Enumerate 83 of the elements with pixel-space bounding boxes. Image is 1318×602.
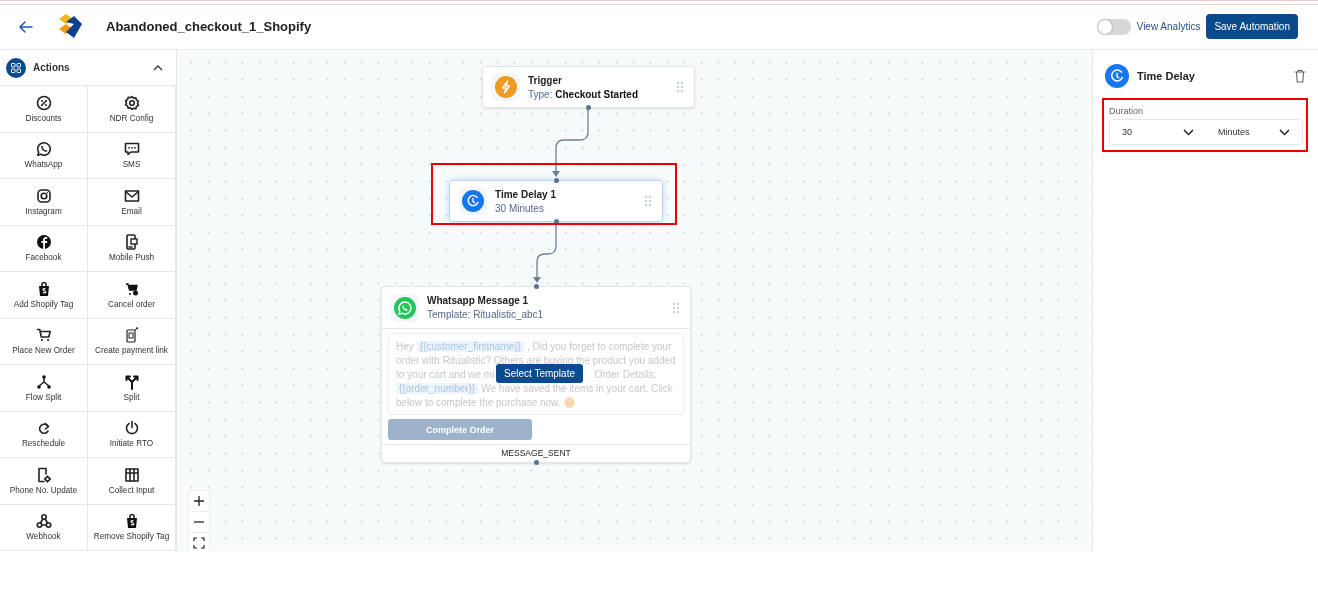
- clock-icon: [1105, 64, 1129, 88]
- split-arrow-icon: [123, 373, 140, 390]
- power-icon: [123, 420, 140, 437]
- automation-title: Abandoned_checkout_1_Shopify: [106, 19, 312, 34]
- node-subtitle: Type: Checkout Started: [528, 88, 640, 100]
- action-tile[interactable]: Mobile Push: [88, 225, 176, 272]
- action-tile[interactable]: Reschedule: [0, 411, 88, 458]
- action-tile[interactable]: Cancel order: [88, 272, 176, 319]
- unit-dropdown[interactable]: Minutes: [1206, 127, 1302, 137]
- settings-icon: [123, 94, 140, 111]
- action-tile[interactable]: Add Shopify Tag: [0, 272, 88, 319]
- save-button[interactable]: Save Automation: [1206, 14, 1298, 39]
- flow-node[interactable]: Time Delay 1 30 Minutes: [449, 180, 663, 222]
- field-label: Duration: [1109, 106, 1145, 116]
- chevron-down-icon: [1183, 128, 1194, 136]
- variable-tag: {{order_number}}: [396, 382, 479, 394]
- action-tile[interactable]: Email: [88, 179, 176, 226]
- cart-icon: [123, 280, 140, 297]
- connection-handle[interactable]: [553, 178, 559, 183]
- phone-settings-icon: [35, 466, 52, 483]
- connection-handle[interactable]: [533, 460, 539, 465]
- cart-icon: [35, 327, 52, 344]
- message-text: Hey: [396, 340, 414, 352]
- variable-tag: {{customer_firstname}}: [416, 340, 524, 352]
- message-text: Order Details:: [594, 368, 657, 380]
- flow-node[interactable]: Trigger Type: Checkout Started: [482, 66, 695, 108]
- drag-handle-icon[interactable]: [672, 301, 680, 314]
- flow-node[interactable]: [381, 286, 691, 463]
- connection-handle[interactable]: [586, 105, 591, 110]
- chevron-down-icon: [1279, 128, 1290, 136]
- action-tile[interactable]: Remove Shopify Tag: [88, 504, 176, 551]
- output-label: MESSAGE_SENT: [382, 444, 690, 462]
- action-tile[interactable]: NDR Config: [88, 86, 176, 133]
- action-tile[interactable]: SMS: [88, 132, 176, 179]
- action-tile[interactable]: Discounts: [0, 86, 88, 133]
- chat-bubble-icon: [35, 141, 52, 158]
- action-tile[interactable]: Initiate RTO: [88, 411, 176, 458]
- action-tile[interactable]: Flow Split: [0, 365, 88, 412]
- node-subtitle: Template: Ritualistic_abc1: [427, 309, 545, 320]
- zoom-in-icon[interactable]: [193, 495, 205, 507]
- drag-handle-icon[interactable]: [644, 195, 652, 207]
- connector-arrow: [552, 107, 589, 177]
- complete-order-button: Complete Order: [388, 419, 532, 440]
- toggle-switch[interactable]: [1096, 18, 1131, 35]
- node-title: Time Delay 1: [495, 188, 557, 200]
- action-tile[interactable]: Facebook: [0, 225, 88, 272]
- fit-view-icon[interactable]: [193, 537, 205, 549]
- columns-icon: [123, 466, 140, 483]
- grid-icon: [6, 57, 26, 78]
- back-icon[interactable]: [18, 18, 34, 35]
- lightning-icon: [495, 76, 517, 98]
- action-tile[interactable]: Create payment link: [88, 318, 176, 365]
- action-tile[interactable]: Split: [88, 365, 176, 412]
- panel-title: Time Delay: [1137, 70, 1196, 82]
- chat-bubble-icon: [394, 296, 416, 319]
- view-analytics-label[interactable]: View Analytics: [1136, 21, 1201, 32]
- webhook-icon: [35, 513, 52, 530]
- phone-icon: [123, 327, 140, 344]
- connection-handle[interactable]: [533, 284, 539, 289]
- round-f-icon: [35, 234, 52, 251]
- node-title: Trigger: [528, 74, 563, 86]
- action-tile[interactable]: Webhook: [0, 504, 88, 551]
- connection-handle[interactable]: [553, 219, 559, 224]
- phone-icon: [123, 234, 140, 251]
- node-title: Whatsapp Message 1: [427, 295, 530, 306]
- select-template-button[interactable]: Select Template: [496, 364, 583, 383]
- action-tile[interactable]: Phone No. Update: [0, 458, 88, 505]
- percent-icon: [35, 94, 52, 111]
- action-tile[interactable]: WhatsApp: [0, 132, 88, 179]
- drag-handle-icon[interactable]: [676, 81, 684, 93]
- clock-icon: [462, 190, 484, 212]
- trash-icon[interactable]: [1294, 69, 1306, 83]
- hierarchy-icon: [35, 373, 52, 390]
- emoji-icon: [563, 396, 575, 408]
- action-tile[interactable]: Collect Input: [88, 458, 176, 505]
- node-subtitle: 30 Minutes: [495, 202, 545, 214]
- section-title: Actions: [33, 62, 71, 73]
- message-icon: [123, 141, 140, 158]
- camera-icon: [35, 187, 52, 204]
- amount-dropdown[interactable]: 30: [1110, 127, 1206, 137]
- action-tile[interactable]: Instagram: [0, 179, 88, 226]
- mail-icon: [123, 187, 140, 204]
- action-tile[interactable]: Place New Order: [0, 318, 88, 365]
